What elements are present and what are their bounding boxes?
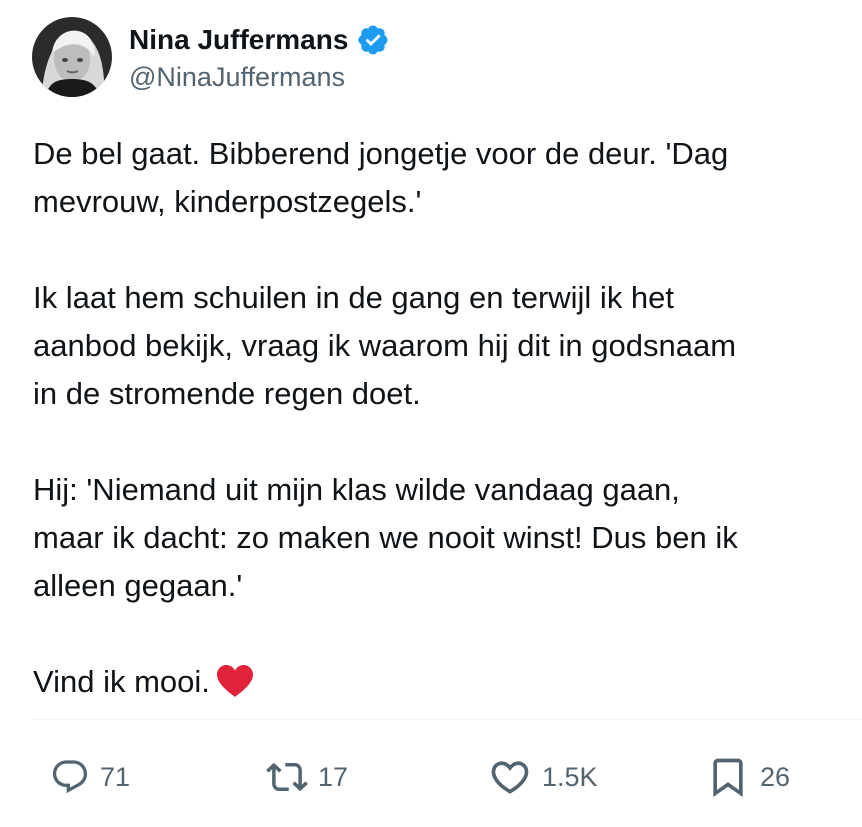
retweet-button[interactable]: 17 xyxy=(266,745,348,809)
action-bar: 71 17 1.5K 26 xyxy=(0,745,862,809)
retweet-icon xyxy=(266,756,308,798)
tweet-line: alleen gegaan.' xyxy=(33,568,243,603)
tweet-line-text: Vind ik mooi. xyxy=(33,664,210,699)
red-heart-emoji-icon xyxy=(216,664,254,712)
reply-count: 71 xyxy=(100,761,131,792)
author-handle[interactable]: @NinaJuffermans xyxy=(129,62,345,93)
like-button[interactable]: 1.5K xyxy=(488,745,598,809)
avatar[interactable] xyxy=(32,17,112,97)
avatar-image xyxy=(32,17,112,97)
reply-button[interactable]: 71 xyxy=(50,745,130,809)
tweet-paragraph: Ik laat hem schuilen in de gang en terwi… xyxy=(33,274,848,418)
tweet-paragraph: Hij: 'Niemand uit mijn klas wilde vandaa… xyxy=(33,466,848,610)
tweet-paragraph: Vind ik mooi. xyxy=(33,658,848,712)
tweet-line: in de stromende regen doet. xyxy=(33,376,421,411)
reply-icon xyxy=(50,757,90,797)
tweet-line-last: Vind ik mooi. xyxy=(33,658,848,712)
bookmark-button[interactable]: 26 xyxy=(706,745,790,809)
verified-badge-icon[interactable] xyxy=(356,23,390,57)
divider xyxy=(33,719,862,720)
tweet-line: De bel gaat. Bibberend jongetje voor de … xyxy=(33,136,729,171)
author-name[interactable]: Nina Juffermans xyxy=(129,24,348,56)
tweet-line: aanbod bekijk, vraag ik waarom hij dit i… xyxy=(33,328,737,363)
tweet-paragraph: De bel gaat. Bibberend jongetje voor de … xyxy=(33,130,848,226)
tweet-line: mevrouw, kinderpostzegels.' xyxy=(33,184,422,219)
author-name-row[interactable]: Nina Juffermans xyxy=(129,22,390,58)
tweet-line: Ik laat hem schuilen in de gang en terwi… xyxy=(33,280,675,315)
like-count: 1.5K xyxy=(542,761,598,792)
bookmark-icon xyxy=(706,755,750,799)
bookmark-count: 26 xyxy=(760,761,791,792)
retweet-count: 17 xyxy=(318,761,349,792)
tweet-text: De bel gaat. Bibberend jongetje voor de … xyxy=(33,130,848,712)
tweet-line: maar ik dacht: zo maken we nooit winst! … xyxy=(33,520,738,555)
heart-icon xyxy=(488,755,532,799)
tweet-line: Hij: 'Niemand uit mijn klas wilde vandaa… xyxy=(33,472,680,507)
